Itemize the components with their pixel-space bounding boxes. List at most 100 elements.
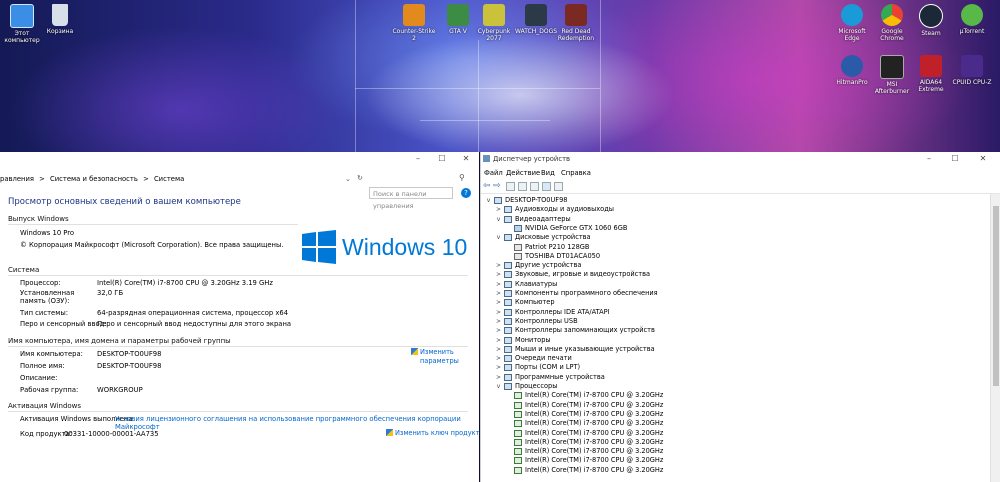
- desktop-icon-cs2[interactable]: Counter-Strike 2: [392, 4, 436, 42]
- breadcrumb: равления > Система и безопасность > Сист…: [0, 175, 184, 183]
- chevron-right-icon[interactable]: >: [495, 336, 502, 345]
- chevron-down-icon[interactable]: v: [495, 382, 502, 391]
- device-category-icon: [504, 364, 512, 372]
- cpu-icon: [514, 429, 522, 437]
- device-category-icon: [504, 206, 512, 214]
- spec-label: Тип системы:: [20, 309, 68, 317]
- menu-action[interactable]: Действие: [506, 169, 540, 177]
- windows-logo: Windows 10: [302, 230, 467, 266]
- maximize-button[interactable]: ☐: [434, 154, 450, 164]
- vertical-scrollbar[interactable]: [990, 194, 1000, 482]
- chevron-right-icon[interactable]: >: [495, 298, 502, 307]
- close-button[interactable]: ✕: [458, 154, 474, 164]
- device-label: Программные устройства: [515, 372, 605, 381]
- chevron-right-icon[interactable]: >: [495, 289, 502, 298]
- chevron-right-icon[interactable]: >: [495, 326, 502, 335]
- device-label: Мониторы: [515, 335, 551, 344]
- chevron-right-icon[interactable]: >: [495, 280, 502, 289]
- product-key-value: 00331-10000-00001-AA735: [64, 430, 159, 438]
- change-key-label: Изменить ключ продукта: [395, 429, 479, 437]
- chevron-down-icon[interactable]: v: [495, 233, 502, 242]
- forward-arrow-icon[interactable]: ⇨: [493, 181, 501, 191]
- toolbar: ⇦ ⇨: [481, 181, 1000, 194]
- edge-icon: [841, 4, 863, 26]
- spec-value: Intel(R) Core(TM) i7-8700 CPU @ 3.20GHz …: [97, 279, 273, 287]
- chevron-down-icon[interactable]: v: [485, 196, 492, 205]
- desktop-icon-cpuz[interactable]: CPUID CPU-Z: [950, 55, 994, 86]
- device-category-icon: [504, 345, 512, 353]
- help-icon[interactable]: ?: [461, 188, 471, 198]
- show-hide-tree-icon[interactable]: [506, 182, 515, 191]
- minimize-button[interactable]: –: [410, 154, 426, 164]
- device-label: Контроллеры USB: [515, 316, 578, 325]
- chevron-right-icon[interactable]: >: [495, 270, 502, 279]
- hitmanpro-icon: [841, 55, 863, 77]
- close-button[interactable]: ✕: [975, 154, 991, 164]
- scan-hardware-icon[interactable]: [554, 182, 563, 191]
- watchdogs-icon: [525, 4, 547, 26]
- device-category-icon: [504, 317, 512, 325]
- device-category-icon: [504, 299, 512, 307]
- desktop-icon-afterburner[interactable]: MSI Afterburner: [870, 55, 914, 95]
- desktop-icon-watchdogs[interactable]: WATCH_DOGS: [514, 4, 558, 35]
- menu-view[interactable]: Вид: [541, 169, 555, 177]
- chevron-right-icon[interactable]: >: [495, 308, 502, 317]
- properties-icon[interactable]: [518, 182, 527, 191]
- device-label: Видеоадаптеры: [515, 214, 571, 223]
- desktop-icon-rdr[interactable]: Red Dead Redemption: [554, 4, 598, 42]
- breadcrumb-item[interactable]: Система: [154, 175, 184, 183]
- help-icon[interactable]: [530, 182, 539, 191]
- device-category-icon: [504, 336, 512, 344]
- chevron-right-icon[interactable]: >: [495, 345, 502, 354]
- name-label: Описание:: [20, 374, 58, 382]
- address-bar[interactable]: равления > Система и безопасность > Сист…: [0, 170, 479, 210]
- wallpaper-line: [600, 0, 601, 152]
- chevron-right-icon[interactable]: >: [495, 205, 502, 214]
- minimize-button[interactable]: –: [921, 154, 937, 164]
- desktop-wallpaper: Этот компьютер Корзина Counter-Strike 2 …: [0, 0, 1000, 152]
- update-driver-icon[interactable]: [542, 182, 551, 191]
- desktop-icon-aida64[interactable]: AIDA64 Extreme: [909, 55, 953, 93]
- desktop-icon-recycle-bin[interactable]: Корзина: [38, 4, 82, 35]
- device-category-icon: [504, 271, 512, 279]
- cpu-icon: [514, 438, 522, 446]
- desktop-icon-chrome[interactable]: Google Chrome: [870, 4, 914, 42]
- utorrent-icon: [961, 4, 983, 26]
- desktop-icon-hitmanpro[interactable]: HitmanPro: [830, 55, 874, 86]
- chevron-right-icon[interactable]: >: [495, 261, 502, 270]
- maximize-button[interactable]: ☐: [947, 154, 963, 164]
- search-icon[interactable]: ⚲: [459, 173, 465, 182]
- copyright-text: © Корпорация Майкрософт (Microsoft Corpo…: [20, 241, 284, 249]
- device-category-icon: [504, 262, 512, 270]
- menu-help[interactable]: Справка: [561, 169, 591, 177]
- search-input[interactable]: Поиск в панели управления: [369, 187, 453, 210]
- name-label: Рабочая группа:: [20, 386, 79, 394]
- back-arrow-icon[interactable]: ⇦: [483, 181, 491, 191]
- chevron-right-icon[interactable]: >: [495, 363, 502, 372]
- chevron-right-icon[interactable]: >: [495, 373, 502, 382]
- device-label: Intel(R) Core(TM) i7-8700 CPU @ 3.20GHz: [525, 447, 664, 456]
- device-label: Контроллеры IDE ATA/ATAPI: [515, 307, 610, 316]
- chevron-right-icon[interactable]: >: [495, 354, 502, 363]
- chevron-right-icon: >: [143, 175, 149, 183]
- device-category-icon: [504, 308, 512, 316]
- refresh-icon[interactable]: ↻: [357, 174, 363, 182]
- chevron-right-icon[interactable]: >: [495, 317, 502, 326]
- name-value: WORKGROUP: [97, 386, 143, 394]
- breadcrumb-item[interactable]: равления: [0, 175, 34, 183]
- device-label: Intel(R) Core(TM) i7-8700 CPU @ 3.20GHz: [525, 409, 664, 418]
- menu-file[interactable]: Файл: [484, 169, 503, 177]
- breadcrumb-item[interactable]: Система и безопасность: [50, 175, 138, 183]
- cpuz-icon: [961, 55, 983, 77]
- scrollbar-thumb[interactable]: [993, 206, 999, 386]
- device-label: Дисковые устройства: [515, 233, 591, 242]
- desktop-icon-steam[interactable]: Steam: [909, 4, 953, 37]
- device-label: Intel(R) Core(TM) i7-8700 CPU @ 3.20GHz: [525, 391, 664, 400]
- dropdown-icon[interactable]: ⌄: [345, 175, 351, 183]
- desktop-icon-cyberpunk[interactable]: Cyberpunk 2077: [472, 4, 516, 42]
- cpu-icon: [514, 457, 522, 465]
- desktop-icon-utorrent[interactable]: µTorrent: [950, 4, 994, 35]
- chevron-down-icon[interactable]: v: [495, 215, 502, 224]
- name-value: DESKTOP-TO0UF98: [97, 362, 162, 370]
- desktop-icon-edge[interactable]: Microsoft Edge: [830, 4, 874, 42]
